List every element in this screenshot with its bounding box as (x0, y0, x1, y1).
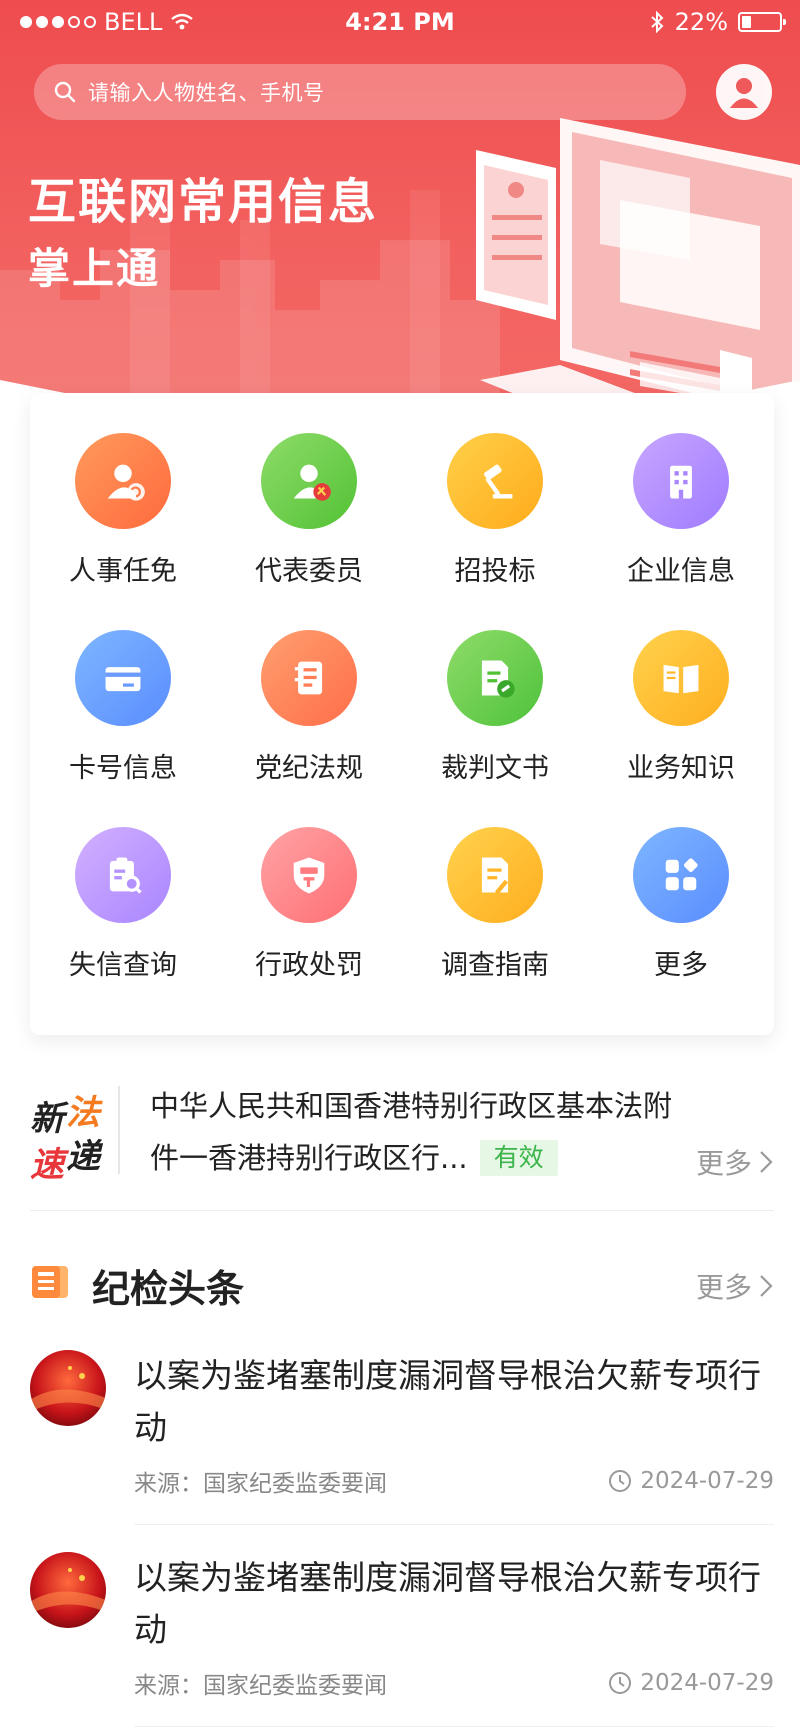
building-icon (633, 433, 729, 529)
status-bar: BELL 4:21 PM 22% (0, 0, 800, 44)
document-gavel-icon (447, 630, 543, 726)
battery-icon (738, 12, 786, 32)
clipboard-search-icon (75, 827, 171, 923)
news-title: 以案为鉴堵塞制度漏洞督导根治欠薪专项行动 (134, 1558, 761, 1649)
svg-text:递: 递 (66, 1137, 104, 1177)
feature-person-exchange[interactable]: 人事任免 (30, 433, 216, 588)
section-title: 纪检头条 (92, 1267, 245, 1311)
feature-document-edit[interactable]: 调查指南 (402, 827, 588, 982)
clock-icon (609, 1470, 632, 1492)
feature-book[interactable]: 业务知识 (588, 630, 774, 785)
card-icon (75, 630, 171, 726)
chevron-right-icon (760, 1275, 773, 1297)
feature-label: 卡号信息 (69, 753, 177, 784)
news-divider (134, 1524, 774, 1525)
profile-avatar-button[interactable] (716, 64, 772, 120)
document-edit-icon (447, 827, 543, 923)
feature-notebook[interactable]: 党纪法规 (216, 630, 402, 785)
gavel-icon (447, 433, 543, 529)
news-item[interactable]: 以案为鉴堵塞制度漏洞督导根治欠薪专项行动来源：国家纪委监委要闻 2024-07-2… (30, 1552, 774, 1730)
feature-label: 业务知识 (627, 753, 735, 784)
person-exchange-icon (75, 433, 171, 529)
feature-label: 党纪法规 (255, 753, 363, 784)
feature-document-gavel[interactable]: 裁判文书 (402, 630, 588, 785)
news-source: 来源：国家纪委监委要闻 (134, 1464, 387, 1498)
feature-label: 代表委员 (255, 556, 363, 587)
hero-title: 互联网常用信息 (28, 174, 379, 230)
svg-text:新: 新 (30, 1099, 69, 1139)
news-thumbnail (30, 1552, 106, 1628)
notebook-icon (261, 630, 357, 726)
ticker-more-label: 更多 (695, 1147, 752, 1180)
news-title: 以案为鉴堵塞制度漏洞督导根治欠薪专项行动 (134, 1356, 761, 1447)
shield-penalty-icon (261, 827, 357, 923)
news-source-name: 国家纪委监委要闻 (203, 1673, 387, 1699)
bluetooth-icon (650, 11, 664, 33)
new-law-logo: 新 法 速 递 (30, 1093, 104, 1185)
news-source-label: 来源： (134, 1673, 203, 1699)
ticker-line-1: 中华人民共和国香港特别行政区基本法附 (150, 1089, 673, 1123)
clock-icon (609, 1672, 632, 1694)
chevron-right-icon (760, 1151, 773, 1173)
news-date: 2024-07-29 (608, 1468, 774, 1494)
feature-building[interactable]: 企业信息 (588, 433, 774, 588)
feature-card[interactable]: 卡号信息 (30, 630, 216, 785)
hero-subtitle: 掌上通 (28, 244, 161, 293)
feature-person-party[interactable]: 代表委员 (216, 433, 402, 588)
news-source-name: 国家纪委监委要闻 (203, 1471, 387, 1497)
section-more-label: 更多 (695, 1271, 752, 1304)
ticker-divider (118, 1086, 120, 1174)
feature-label: 调查指南 (441, 950, 549, 981)
search-input[interactable]: 请输入人物姓名、手机号 (34, 64, 686, 120)
feature-label: 更多 (654, 950, 708, 981)
feature-grid-card: 人事任免 代表委员 招投标 企业信息卡号信息 党纪法规 裁判文书 业务知识失信查询 行政处罚 调… (30, 393, 774, 1035)
battery-percent: 22% (674, 8, 728, 36)
ticker-more-link[interactable]: 更多 (696, 1142, 774, 1182)
status-badge: 有效 (479, 1140, 558, 1176)
section-divider (30, 1210, 774, 1211)
news-date-text: 2024-07-29 (640, 1468, 774, 1494)
feature-clipboard-search[interactable]: 失信查询 (30, 827, 216, 982)
news-divider (134, 1726, 774, 1727)
news-source: 来源：国家纪委监委要闻 (134, 1666, 387, 1700)
newspaper-icon (32, 1266, 68, 1298)
feature-label: 人事任免 (69, 556, 177, 587)
feature-label: 行政处罚 (255, 950, 363, 981)
feature-shield-penalty[interactable]: 行政处罚 (216, 827, 402, 982)
news-thumbnail (30, 1350, 106, 1426)
more-apps-icon (633, 827, 729, 923)
person-party-icon (261, 433, 357, 529)
feature-label: 失信查询 (69, 950, 177, 981)
svg-text:速: 速 (30, 1145, 70, 1185)
section-header: 纪检头条 更多 (30, 1258, 774, 1311)
user-icon (730, 78, 758, 108)
book-icon (633, 630, 729, 726)
search-icon (54, 81, 76, 103)
feature-label: 裁判文书 (441, 753, 549, 784)
news-item[interactable]: 以案为鉴堵塞制度漏洞督导根治欠薪专项行动来源：国家纪委监委要闻 2024-07-2… (30, 1350, 774, 1540)
svg-text:法: 法 (66, 1093, 103, 1133)
feature-label: 企业信息 (627, 556, 735, 587)
feature-gavel[interactable]: 招投标 (402, 433, 588, 588)
search-placeholder: 请输入人物姓名、手机号 (88, 81, 325, 105)
feature-more-apps[interactable]: 更多 (588, 827, 774, 982)
news-source-label: 来源： (134, 1471, 203, 1497)
news-date-text: 2024-07-29 (640, 1670, 774, 1696)
section-more-link[interactable]: 更多 (696, 1266, 774, 1306)
ticker-line-2: 件一香港持别行政区行... (150, 1141, 468, 1175)
news-date: 2024-07-29 (608, 1670, 774, 1696)
feature-grid: 人事任免 代表委员 招投标 企业信息卡号信息 党纪法规 裁判文书 业务知识失信查询 行政处罚 调… (30, 433, 774, 982)
news-ticker[interactable]: 新 法 速 递 中华人民共和国香港特别行政区基本法附 件一香港持别行政区行...… (30, 1080, 774, 1200)
feature-label: 招投标 (454, 556, 536, 587)
